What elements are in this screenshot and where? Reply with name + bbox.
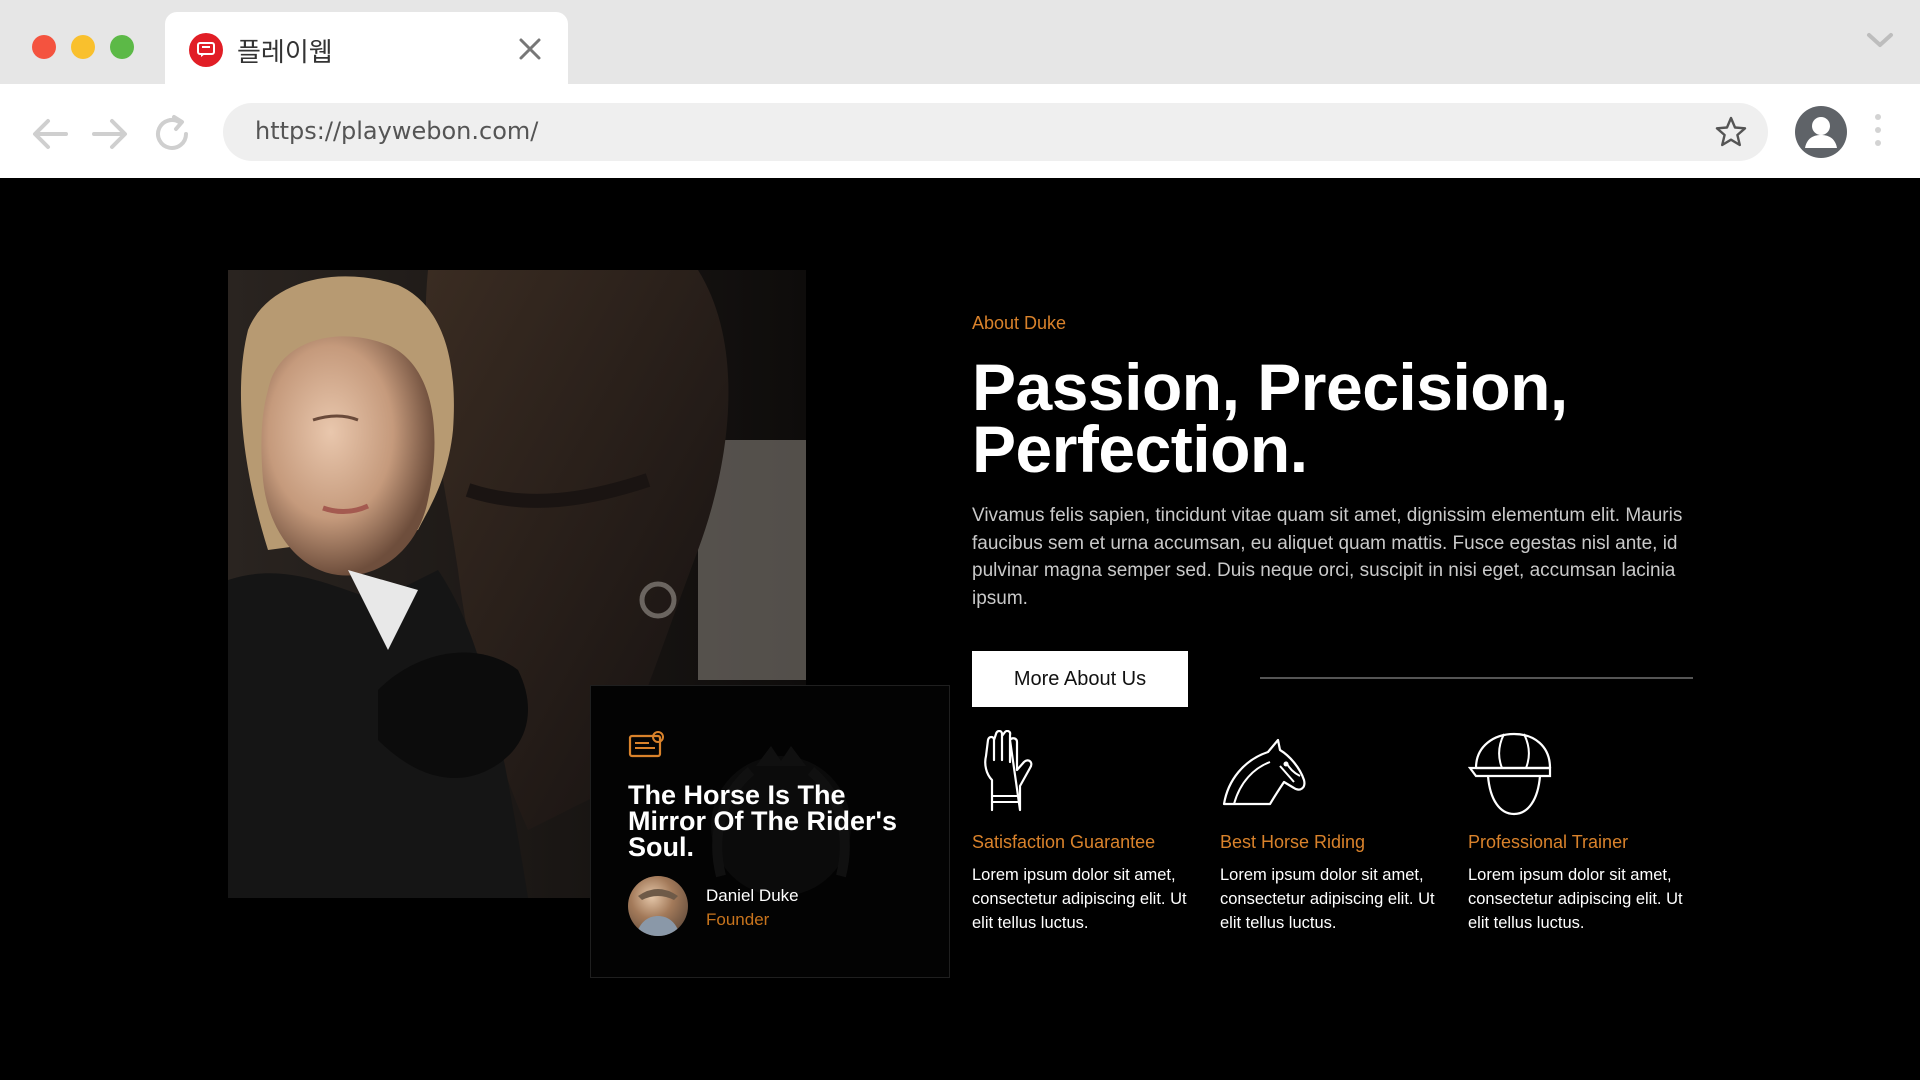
tab-title: 플레이웹: [237, 38, 333, 68]
tab-list-chevron-down-icon[interactable]: [1866, 32, 1894, 55]
browser-toolbar: https://playwebon.com/: [0, 84, 1920, 178]
bookmark-star-icon[interactable]: [1714, 115, 1748, 149]
feature-title: Satisfaction Guarantee: [972, 832, 1156, 852]
window-minimize-button[interactable]: [71, 35, 95, 59]
quote-icon: [628, 729, 666, 764]
reload-icon[interactable]: [150, 112, 194, 156]
riding-helmet-icon: [1467, 730, 1698, 820]
address-bar[interactable]: https://playwebon.com/: [223, 103, 1768, 161]
tab-close-icon[interactable]: [515, 34, 545, 64]
feature-best-horse-riding: Best Horse Riding Lorem ipsum dolor sit …: [1220, 730, 1450, 935]
feature-text: Lorem ipsum dolor sit amet, consectetur …: [1220, 866, 1435, 932]
feature-satisfaction-guarantee: Satisfaction Guarantee Lorem ipsum dolor…: [972, 729, 1202, 935]
author-name: Daniel Duke: [706, 886, 799, 905]
horse-head-icon: [1220, 730, 1450, 820]
more-about-us-button[interactable]: More About Us: [972, 651, 1188, 707]
window-close-button[interactable]: [32, 35, 56, 59]
section-eyebrow: About Duke: [972, 313, 1067, 333]
url-text[interactable]: https://playwebon.com/: [255, 117, 538, 145]
browser-tab[interactable]: 플레이웹: [165, 12, 568, 84]
browser-menu-icon[interactable]: [1874, 114, 1882, 154]
divider-line: [1260, 677, 1693, 679]
about-description: Vivamus felis sapien, tincidunt vitae qu…: [972, 505, 1683, 609]
window-maximize-button[interactable]: [110, 35, 134, 59]
page-title: Passion, Precision, Perfection.: [972, 350, 1568, 486]
glove-icon: [972, 729, 1202, 820]
back-arrow-icon[interactable]: [28, 112, 72, 156]
forward-arrow-icon[interactable]: [88, 112, 132, 156]
feature-text: Lorem ipsum dolor sit amet, consectetur …: [1468, 866, 1683, 932]
profile-avatar-icon[interactable]: [1795, 106, 1847, 158]
quote-text: The Horse Is The Mirror Of The Rider's S…: [628, 780, 897, 862]
site-favicon-icon: [189, 33, 223, 67]
feature-text: Lorem ipsum dolor sit amet, consectetur …: [972, 866, 1187, 932]
about-section: The Horse Is The Mirror Of The Rider's S…: [0, 178, 1920, 1080]
author-role: Founder: [706, 910, 770, 929]
feature-professional-trainer: Professional Trainer Lorem ipsum dolor s…: [1467, 730, 1698, 935]
author-avatar: [628, 876, 688, 936]
quote-card: The Horse Is The Mirror Of The Rider's S…: [590, 685, 950, 978]
feature-title: Professional Trainer: [1468, 832, 1629, 852]
feature-title: Best Horse Riding: [1220, 832, 1366, 852]
browser-tab-bar: 플레이웹: [0, 0, 1920, 84]
